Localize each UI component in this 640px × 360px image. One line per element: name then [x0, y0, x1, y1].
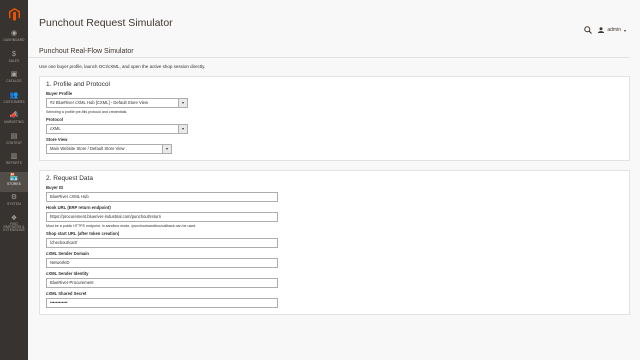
sidebar-item-system[interactable]: ⚙ System	[0, 192, 28, 213]
sidebar-item-content[interactable]: ▤ Content	[0, 131, 28, 152]
protocol-select[interactable]: cXML ▾	[46, 124, 188, 134]
megaphone-icon: 📣	[9, 112, 19, 119]
admin-username: admin	[607, 27, 621, 33]
magento-logo[interactable]	[0, 0, 28, 28]
sidebar-item-label: Find Partners & Extensions	[3, 221, 25, 233]
shop-start-url-label: Shop start URL (after token creation)	[46, 231, 120, 236]
sidebar-item-marketing[interactable]: 📣 Marketing	[0, 110, 28, 131]
profile-protocol-panel: 1. Profile and Protocol Buyer Profile #2…	[39, 76, 630, 161]
main-content: Punchout Request Simulator admin ▾ Punch…	[28, 0, 640, 360]
buyer-profile-value: #2 BlueRiver cXML Hub [CXML] - Default S…	[50, 100, 148, 105]
sidebar-item-catalog[interactable]: ▣ Catalog	[0, 69, 28, 90]
section-title-profile: 1. Profile and Protocol	[46, 81, 110, 88]
buyer-id-input[interactable]: BlueRiver cXML Hub	[46, 192, 278, 202]
store-icon: 🏪	[9, 173, 19, 181]
chevron-down-icon: ▾	[162, 145, 171, 153]
content-icon: ▤	[10, 132, 18, 140]
chevron-down-icon: ▾	[178, 125, 187, 133]
page-title: Punchout Request Simulator	[39, 17, 173, 29]
sidebar-item-label: Stores	[7, 181, 21, 186]
sidebar-item-label: Sales	[8, 58, 20, 63]
sender-identity-label: cXML Sender Identity	[46, 271, 89, 276]
sidebar-item-label: System	[7, 202, 21, 206]
sidebar-item-stores[interactable]: 🏪 Stores	[0, 171, 28, 192]
shared-secret-label: cXML Shared Secret	[46, 291, 87, 296]
sidebar-item-label: Catalog	[6, 79, 22, 83]
user-icon	[598, 27, 605, 33]
speedometer-icon: ◉	[10, 30, 18, 37]
buyer-id-label: Buyer ID	[46, 185, 64, 190]
sender-identity-input[interactable]: BlueRiver-Procurement	[46, 278, 278, 288]
protocol-label: Protocol	[46, 117, 63, 122]
chevron-down-icon: ▾	[178, 99, 187, 107]
search-icon[interactable]	[584, 26, 592, 34]
sidebar-item-label: Reports	[5, 161, 23, 165]
intro-text: Use one buyer profile, launch OCI/cXML, …	[39, 64, 206, 69]
buyer-profile-note: Selecting a profile pre-fills protocol a…	[46, 110, 128, 114]
request-data-panel: 2. Request Data Buyer ID BlueRiver cXML …	[39, 170, 630, 315]
chevron-down-icon: ▾	[623, 27, 626, 33]
dollar-icon: $	[12, 50, 16, 58]
bar-chart-icon: ▥	[10, 153, 18, 160]
sidebar-item-label: Marketing	[4, 120, 24, 124]
sidebar-item-sales[interactable]: $ Sales	[0, 49, 28, 70]
sender-domain-input[interactable]: NetworkID	[46, 258, 278, 268]
section-title-request: 2. Request Data	[46, 175, 93, 182]
magento-logo-icon	[8, 7, 20, 21]
gear-icon: ⚙	[10, 194, 18, 201]
buyer-profile-label: Buyer Profile	[46, 91, 73, 96]
sidebar-item-label: Customers	[3, 99, 25, 104]
protocol-value: cXML	[50, 126, 61, 131]
hook-url-note: Must be a public HTTPS endpoint. In sand…	[46, 224, 197, 228]
sidebar-item-label: Content	[5, 140, 23, 145]
sidebar-item-find[interactable]: ❖ Find Partners & Extensions	[0, 213, 28, 234]
hook-url-input[interactable]: https://procurement.blueriver-industrial…	[46, 212, 278, 222]
customers-icon: 👥	[9, 91, 19, 99]
buyer-profile-select[interactable]: #2 BlueRiver cXML Hub [CXML] - Default S…	[46, 98, 188, 108]
shop-start-url-input[interactable]: /checkout/cart/	[46, 238, 278, 248]
sidebar-item-reports[interactable]: ▥ Reports	[0, 151, 28, 172]
store-view-value: Main Website Store / Default Store View	[50, 146, 125, 151]
sidebar-item-label: Dashboard	[3, 38, 25, 42]
page-header: Punchout Request Simulator admin ▾	[28, 0, 640, 46]
admin-sidebar: ◉ Dashboard $ Sales ▣ Catalog 👥 Customers 📣 Marke…	[0, 0, 28, 360]
sidebar-item-customers[interactable]: 👥 Customers	[0, 90, 28, 111]
page-subtitle: Punchout Real-Flow Simulator	[28, 46, 630, 58]
store-view-select[interactable]: Main Website Store / Default Store View …	[46, 144, 172, 154]
shared-secret-input[interactable]: ••••••••••••	[46, 298, 278, 308]
hook-url-label: Hook URL (ERP return endpoint)	[46, 205, 111, 210]
sidebar-item-dashboard[interactable]: ◉ Dashboard	[0, 28, 28, 49]
store-view-label: Store View	[46, 137, 68, 142]
sender-domain-label: cXML Sender Domain	[46, 251, 89, 256]
cube-icon: ▣	[10, 71, 18, 78]
admin-user-menu[interactable]: admin ▾	[598, 27, 626, 33]
